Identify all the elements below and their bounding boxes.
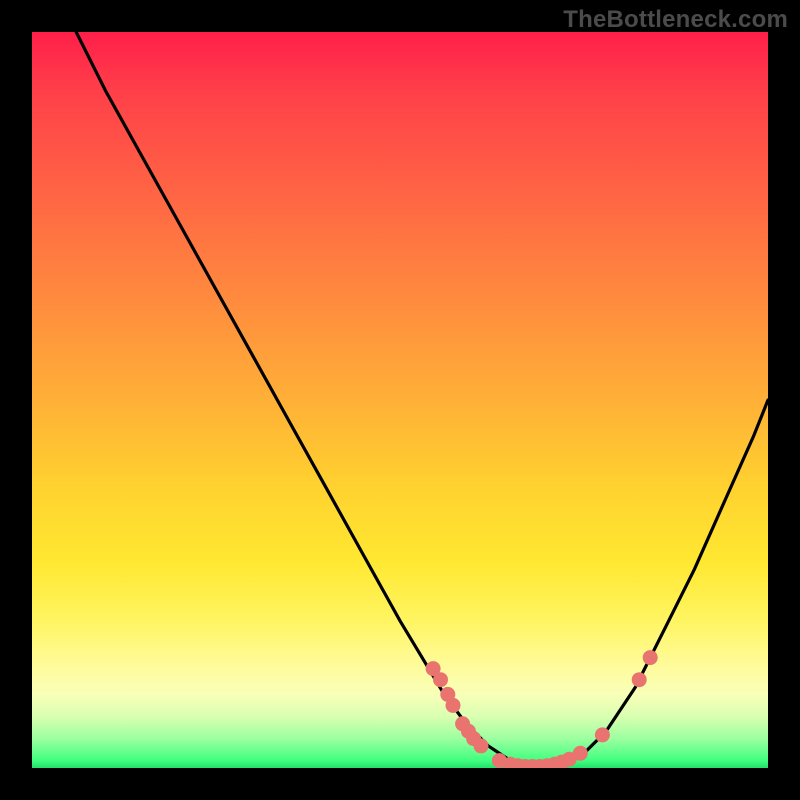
data-dots [426,650,658,768]
data-dot [632,672,647,687]
chart-frame: TheBottleneck.com [0,0,800,800]
data-dot [433,672,448,687]
data-dot [573,746,588,761]
data-dot [643,650,658,665]
bottleneck-curve [76,32,768,768]
plot-area [32,32,768,768]
data-dot [446,698,461,713]
curve-svg [32,32,768,768]
data-dot [595,727,610,742]
watermark-text: TheBottleneck.com [563,6,788,34]
data-dot [474,738,489,753]
